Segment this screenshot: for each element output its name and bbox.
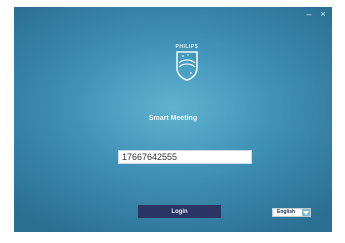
philips-shield-icon (176, 51, 198, 81)
login-button[interactable]: Login (138, 205, 221, 218)
phone-number-input[interactable] (118, 150, 252, 164)
language-select[interactable]: English (272, 208, 311, 217)
login-button-label: Login (171, 208, 188, 215)
minimize-button[interactable]: – (304, 9, 314, 19)
language-selected-label: English (277, 209, 296, 215)
close-button[interactable]: × (318, 9, 328, 19)
brand-wordmark: PHILIPS (175, 44, 199, 50)
screen-frame: – × PHILIPS Smart Meeting Login English (0, 0, 345, 243)
philips-logo: PHILIPS (170, 44, 204, 90)
app-window: – × PHILIPS Smart Meeting Login English (14, 7, 332, 232)
app-title: Smart Meeting (148, 115, 198, 122)
dropdown-arrow-icon (302, 209, 310, 216)
